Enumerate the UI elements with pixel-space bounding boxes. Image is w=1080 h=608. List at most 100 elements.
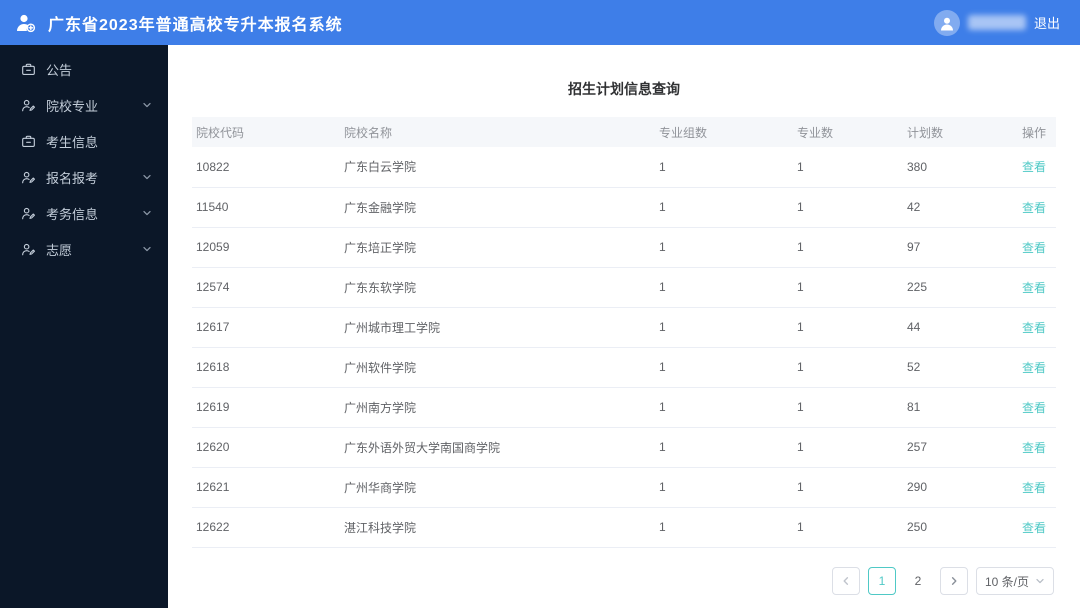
plan-table-wrap: 院校代码 院校名称 专业组数 专业数 计划数 操作 10822 广东白云学院 1…	[192, 117, 1056, 548]
cell-plan-count: 81	[903, 387, 1018, 428]
sidebar-item[interactable]: 考务信息	[0, 195, 168, 231]
user-avatar[interactable]	[933, 9, 960, 36]
col-header-code: 院校代码	[192, 117, 340, 147]
cell-college-code: 11540	[192, 187, 340, 228]
cell-college-name: 广东培正学院	[340, 227, 655, 268]
table-row: 12620 广东外语外贸大学南国商学院 1 1 257 查看	[192, 427, 1056, 468]
page-title: 招生计划信息查询	[568, 81, 680, 97]
cell-major-count: 1	[793, 147, 903, 188]
view-link[interactable]: 查看	[1022, 521, 1046, 535]
cell-plan-count: 290	[903, 467, 1018, 508]
main-content: 招生计划信息查询 院校代码 院校名称 专业组数 专业数 计划数 操作 10822…	[168, 45, 1080, 608]
cell-major-count: 1	[793, 267, 903, 308]
cell-group-count: 1	[655, 187, 793, 228]
chevron-down-icon	[1036, 578, 1044, 584]
sidebar-item[interactable]: 院校专业	[0, 87, 168, 123]
cell-plan-count: 44	[903, 307, 1018, 348]
view-link[interactable]: 查看	[1022, 281, 1046, 295]
cell-college-name: 广东金融学院	[340, 187, 655, 228]
col-header-name: 院校名称	[340, 117, 655, 147]
col-header-plan: 计划数	[903, 117, 1018, 147]
cell-college-name: 广州软件学院	[340, 347, 655, 388]
cell-group-count: 1	[655, 387, 793, 428]
chevron-down-icon	[142, 100, 152, 110]
cell-college-code: 12622	[192, 507, 340, 548]
user-area: 退出	[933, 9, 1060, 36]
cell-group-count: 1	[655, 227, 793, 268]
view-link[interactable]: 查看	[1022, 160, 1046, 174]
cell-major-count: 1	[793, 307, 903, 348]
plan-table: 院校代码 院校名称 专业组数 专业数 计划数 操作 10822 广东白云学院 1…	[192, 117, 1056, 548]
table-row: 12574 广东东软学院 1 1 225 查看	[192, 267, 1056, 308]
page-button-1[interactable]: 1	[867, 567, 896, 595]
cell-college-name: 广东白云学院	[340, 147, 655, 188]
app-header: 广东省2023年普通高校专升本报名系统 退出	[0, 0, 1080, 45]
cell-plan-count: 380	[903, 147, 1018, 188]
sidebar: 公告 院校专业 考生信息 报名报考 考务信息 志愿	[0, 45, 168, 608]
cell-major-count: 1	[793, 227, 903, 268]
sidebar-item[interactable]: 公告	[0, 51, 168, 87]
cell-plan-count: 225	[903, 267, 1018, 308]
page-size-select[interactable]: 10 条/页	[975, 567, 1054, 595]
view-link[interactable]: 查看	[1022, 401, 1046, 415]
chevron-right-icon	[951, 577, 957, 585]
view-link[interactable]: 查看	[1022, 241, 1046, 255]
cell-college-code: 12621	[192, 467, 340, 508]
add-user-logo-icon	[14, 11, 38, 35]
chevron-down-icon	[142, 244, 152, 254]
cell-college-code: 12059	[192, 227, 340, 268]
chevron-left-icon	[843, 577, 849, 585]
cell-group-count: 1	[655, 467, 793, 508]
user-edit-icon	[20, 205, 36, 221]
sidebar-item-label: 公告	[46, 62, 73, 78]
sidebar-item-label: 院校专业	[46, 98, 99, 114]
cell-plan-count: 52	[903, 347, 1018, 388]
user-edit-icon	[20, 97, 36, 113]
view-link[interactable]: 查看	[1022, 441, 1046, 455]
cell-college-code: 12574	[192, 267, 340, 308]
cell-college-code: 12619	[192, 387, 340, 428]
sidebar-item[interactable]: 志愿	[0, 231, 168, 267]
cell-plan-count: 250	[903, 507, 1018, 548]
pagination: 1 2 10 条/页	[831, 567, 1054, 595]
table-row: 10822 广东白云学院 1 1 380 查看	[192, 147, 1056, 188]
username-redacted	[967, 15, 1026, 30]
prev-page-button[interactable]	[831, 567, 860, 595]
cell-college-code: 12618	[192, 347, 340, 388]
briefcase-icon	[20, 133, 36, 149]
logout-button[interactable]: 退出	[1034, 13, 1060, 32]
sidebar-item-label: 考生信息	[46, 134, 99, 150]
cell-college-code: 12617	[192, 307, 340, 348]
sidebar-item-label: 考务信息	[46, 206, 99, 222]
cell-major-count: 1	[793, 387, 903, 428]
table-header-row: 院校代码 院校名称 专业组数 专业数 计划数 操作	[192, 117, 1056, 147]
user-edit-icon	[20, 169, 36, 185]
cell-college-code: 10822	[192, 147, 340, 188]
view-link[interactable]: 查看	[1022, 321, 1046, 335]
next-page-button[interactable]	[939, 567, 968, 595]
table-row: 12617 广州城市理工学院 1 1 44 查看	[192, 307, 1056, 348]
sidebar-item[interactable]: 考生信息	[0, 123, 168, 159]
cell-plan-count: 97	[903, 227, 1018, 268]
sidebar-item-label: 报名报考	[46, 170, 99, 186]
sidebar-item[interactable]: 报名报考	[0, 159, 168, 195]
brand: 广东省2023年普通高校专升本报名系统	[14, 11, 343, 35]
view-link[interactable]: 查看	[1022, 361, 1046, 375]
page-button-2[interactable]: 2	[903, 567, 932, 595]
system-title: 广东省2023年普通高校专升本报名系统	[48, 16, 343, 34]
cell-group-count: 1	[655, 267, 793, 308]
briefcase-icon	[20, 61, 36, 77]
table-row: 12619 广州南方学院 1 1 81 查看	[192, 387, 1056, 428]
view-link[interactable]: 查看	[1022, 481, 1046, 495]
cell-major-count: 1	[793, 187, 903, 228]
cell-college-name: 广州华商学院	[340, 467, 655, 508]
table-row: 11540 广东金融学院 1 1 42 查看	[192, 187, 1056, 228]
cell-group-count: 1	[655, 507, 793, 548]
page-size-label: 10 条/页	[984, 574, 1029, 589]
cell-major-count: 1	[793, 467, 903, 508]
cell-major-count: 1	[793, 507, 903, 548]
cell-college-name: 湛江科技学院	[340, 507, 655, 548]
cell-group-count: 1	[655, 347, 793, 388]
cell-group-count: 1	[655, 147, 793, 188]
view-link[interactable]: 查看	[1022, 201, 1046, 215]
